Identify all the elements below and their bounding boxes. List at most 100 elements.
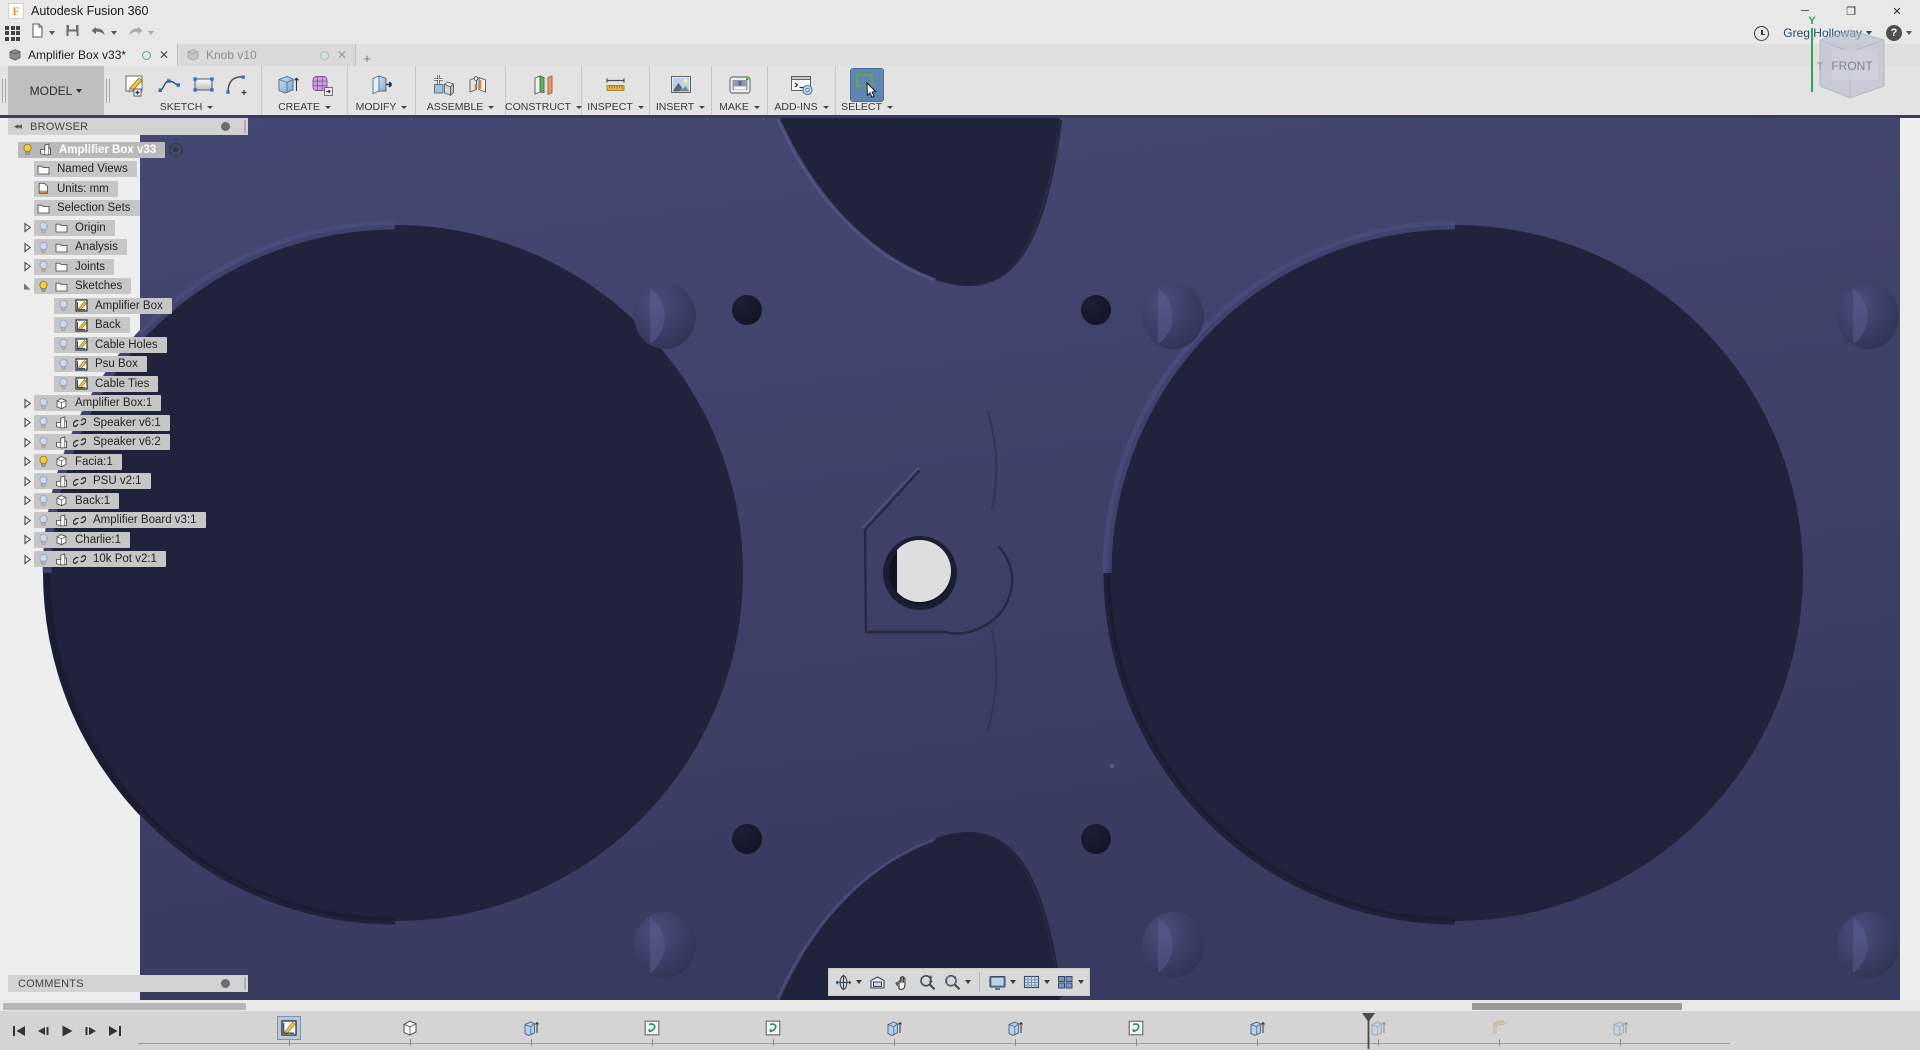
light-bulb-off-icon[interactable] (37, 475, 50, 488)
chevron-right-icon[interactable] (20, 398, 34, 409)
browser-item-joints[interactable]: Joints (0, 257, 300, 277)
scroll-thumb[interactable] (3, 1003, 246, 1010)
browser-menu-icon[interactable] (221, 122, 230, 131)
light-bulb-off-icon[interactable] (37, 533, 50, 546)
light-bulb-off-icon[interactable] (37, 553, 50, 566)
undo-button[interactable] (85, 22, 122, 44)
browser-item-units-mm[interactable]: Units: mm (0, 179, 300, 199)
chevron-right-icon[interactable] (20, 515, 34, 526)
browser-item-selection-sets[interactable]: Selection Sets (0, 199, 300, 219)
light-bulb-off-icon[interactable] (37, 260, 50, 273)
light-bulb-off-icon[interactable] (37, 514, 50, 527)
press-pull-button[interactable] (366, 69, 398, 101)
browser-item-row[interactable]: Facia:1 (34, 454, 122, 470)
timeline-feature-revolve[interactable] (762, 1017, 784, 1039)
light-bulb-off-icon[interactable] (57, 319, 70, 332)
chevron-right-icon[interactable] (20, 534, 34, 545)
light-bulb-off-icon[interactable] (37, 416, 50, 429)
new-component-button[interactable] (428, 69, 460, 101)
browser-item-cable-ties[interactable]: Cable Ties (0, 374, 300, 394)
browser-item-cable-holes[interactable]: Cable Holes (0, 335, 300, 355)
create-form-button[interactable] (306, 69, 338, 101)
browser-item-amplifier-box-v33[interactable]: Amplifier Box v33 (0, 140, 300, 160)
timeline-feature-revolve[interactable] (641, 1017, 663, 1039)
browser-item-speaker-v6-1[interactable]: Speaker v6:1 (0, 413, 300, 433)
ribbon-panel-label-make[interactable]: MAKE (712, 101, 767, 115)
timeline-feature-revolve[interactable] (1125, 1017, 1147, 1039)
look-at-button[interactable] (865, 970, 890, 994)
light-bulb-off-icon[interactable] (57, 377, 70, 390)
play-button[interactable] (56, 1019, 78, 1043)
timeline-feature-extrude[interactable] (1246, 1017, 1268, 1039)
display-settings-button[interactable] (985, 970, 1019, 994)
scripts-addins-button[interactable] (786, 69, 818, 101)
chevron-right-icon[interactable] (20, 417, 34, 428)
browser-item-origin[interactable]: Origin (0, 218, 300, 238)
chevron-right-icon[interactable] (20, 495, 34, 506)
browser-item-row[interactable]: Psu Box (54, 356, 147, 372)
timeline-horizontal-scrollbar[interactable] (250, 1002, 1918, 1011)
chevron-right-icon[interactable] (20, 222, 34, 233)
light-bulb-off-icon[interactable] (57, 338, 70, 351)
redo-button[interactable] (122, 22, 159, 44)
browser-item-named-views[interactable]: Named Views (0, 160, 300, 180)
browser-item-row[interactable]: Speaker v6:1 (34, 415, 170, 431)
3d-print-button[interactable] (724, 69, 756, 101)
extrude-button[interactable] (272, 69, 304, 101)
browser-item-speaker-v6-2[interactable]: Speaker v6:2 (0, 433, 300, 453)
chevron-right-icon[interactable] (20, 437, 34, 448)
light-bulb-off-icon[interactable] (37, 241, 50, 254)
light-bulb-on-icon[interactable] (37, 280, 50, 293)
joint-button[interactable] (462, 69, 494, 101)
browser-item-row[interactable]: Named Views (34, 161, 137, 177)
viewports-button[interactable] (1053, 970, 1087, 994)
chevron-right-icon[interactable] (20, 261, 34, 272)
chevron-right-icon[interactable] (20, 242, 34, 253)
close-icon[interactable]: ✕ (335, 49, 349, 61)
grid-snaps-button[interactable] (1019, 970, 1053, 994)
chevron-right-icon[interactable] (20, 203, 34, 214)
light-bulb-on-icon[interactable] (21, 143, 34, 156)
browser-item-row[interactable]: Selection Sets (34, 200, 140, 216)
light-bulb-off-icon[interactable] (37, 221, 50, 234)
ribbon-panel-label-create[interactable]: CREATE (262, 101, 347, 115)
view-cube[interactable]: FRONT T Y (1792, 10, 1902, 110)
browser-item-row[interactable]: Joints (34, 259, 114, 275)
measure-button[interactable] (600, 69, 632, 101)
light-bulb-off-icon[interactable] (37, 494, 50, 507)
zoom-button[interactable] (915, 970, 940, 994)
light-bulb-off-icon[interactable] (57, 299, 70, 312)
browser-item-row[interactable]: PSU v2:1 (34, 473, 151, 489)
browser-item-back-1[interactable]: Back:1 (0, 491, 300, 511)
browser-panel-header[interactable]: ◂◂ BROWSER (8, 118, 248, 135)
ribbon-panel-label-assemble[interactable]: ASSEMBLE (416, 101, 505, 115)
fit-button[interactable] (940, 970, 974, 994)
browser-item-amplifier-board-v3-1[interactable]: Amplifier Board v3:1 (0, 511, 300, 531)
scroll-thumb[interactable] (1472, 1003, 1682, 1010)
light-bulb-off-icon[interactable] (57, 358, 70, 371)
rectangle-button[interactable] (188, 69, 220, 101)
chevron-right-icon[interactable] (20, 456, 34, 467)
timeline-feature-sketch[interactable] (278, 1017, 300, 1039)
browser-item-amplifier-box-1[interactable]: Amplifier Box:1 (0, 394, 300, 414)
go-to-beginning-button[interactable] (8, 1019, 30, 1043)
pan-button[interactable] (890, 970, 915, 994)
ribbon-panel-label-select[interactable]: SELECT (836, 101, 898, 115)
step-forward-button[interactable] (80, 1019, 102, 1043)
app-grid-button[interactable] (0, 22, 25, 44)
ribbon-panel-label-insert[interactable]: INSERT (650, 101, 711, 115)
display-mode-icon[interactable] (169, 143, 183, 157)
comments-resize-handle[interactable] (244, 977, 246, 990)
browser-item-facia-1[interactable]: Facia:1 (0, 452, 300, 472)
browser-horizontal-scrollbar[interactable] (0, 1002, 250, 1011)
panel-resize-handle[interactable] (244, 120, 246, 133)
timeline-feature-extrude[interactable] (1004, 1017, 1026, 1039)
save-button[interactable] (60, 22, 85, 44)
timeline-track[interactable] (138, 1011, 1920, 1050)
timeline-feature-extrude[interactable] (520, 1017, 542, 1039)
spline-button[interactable] (154, 69, 186, 101)
create-sketch-button[interactable] (120, 69, 152, 101)
browser-item-row[interactable]: Back:1 (34, 493, 119, 509)
light-bulb-on-icon[interactable] (37, 455, 50, 468)
orbit-button[interactable] (831, 970, 865, 994)
